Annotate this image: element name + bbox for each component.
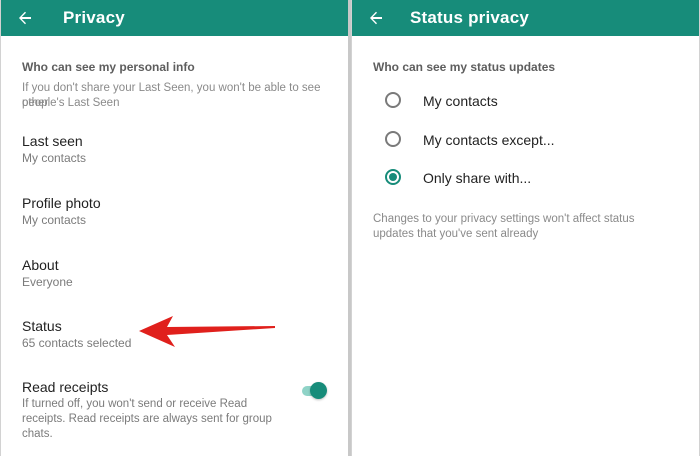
setting-row-read-receipts[interactable]: Read receipts If turned off, you won't s…	[1, 373, 347, 453]
setting-row-profile-photo[interactable]: Profile photo My contacts	[1, 188, 347, 234]
page-title: Privacy	[63, 8, 125, 27]
status-note-line-1: Changes to your privacy settings won't a…	[373, 213, 635, 225]
privacy-screen: Privacy Who can see my personal info If …	[0, 0, 350, 456]
arrow-left-icon[interactable]	[13, 6, 37, 30]
radio-label: My contacts except...	[423, 132, 555, 148]
radio-unchecked-icon	[385, 131, 401, 147]
setting-title: Last seen	[22, 133, 83, 149]
page-title: Status privacy	[410, 8, 530, 27]
privacy-app-bar: Privacy	[1, 0, 349, 36]
red-arrow-annotation-icon	[139, 316, 275, 347]
arrow-left-icon[interactable]	[364, 6, 388, 30]
setting-value: Everyone	[22, 275, 73, 289]
read-receipts-desc-line-3: chats.	[22, 428, 53, 440]
setting-title: Status	[22, 318, 62, 334]
read-receipts-desc-line-1: If turned off, you won't send or receive…	[22, 398, 248, 410]
setting-value: 65 contacts selected	[22, 336, 132, 350]
last-seen-note-line-2: people's Last Seen	[22, 97, 120, 109]
read-receipts-toggle[interactable]	[300, 380, 328, 402]
section-header-status-updates: Who can see my status updates	[373, 60, 556, 74]
setting-title: About	[22, 257, 59, 273]
setting-value: My contacts	[22, 151, 87, 165]
section-header-personal-info: Who can see my personal info	[22, 60, 195, 74]
screenshot-stage: Privacy Who can see my personal info If …	[0, 0, 700, 456]
radio-checked-icon	[385, 169, 401, 185]
setting-row-about[interactable]: About Everyone	[1, 250, 347, 296]
read-receipts-desc-line-2: receipts. Read receipts are always sent …	[22, 413, 272, 425]
radio-label: Only share with...	[423, 170, 532, 186]
radio-option-only-share-with[interactable]: Only share with...	[352, 160, 698, 196]
radio-option-my-contacts[interactable]: My contacts	[352, 83, 698, 119]
setting-row-last-seen[interactable]: Last seen My contacts	[1, 126, 347, 172]
status-note-line-2: updates that you've sent already	[373, 228, 539, 240]
toggle-thumb	[310, 382, 327, 399]
setting-title: Read receipts	[22, 379, 109, 395]
status-privacy-screen: Status privacy Who can see my status upd…	[351, 0, 700, 456]
radio-option-my-contacts-except[interactable]: My contacts except...	[352, 122, 698, 158]
setting-value: My contacts	[22, 213, 87, 227]
radio-unchecked-icon	[385, 92, 401, 108]
setting-title: Profile photo	[22, 195, 101, 211]
status-privacy-app-bar: Status privacy	[352, 0, 699, 36]
radio-label: My contacts	[423, 93, 498, 109]
